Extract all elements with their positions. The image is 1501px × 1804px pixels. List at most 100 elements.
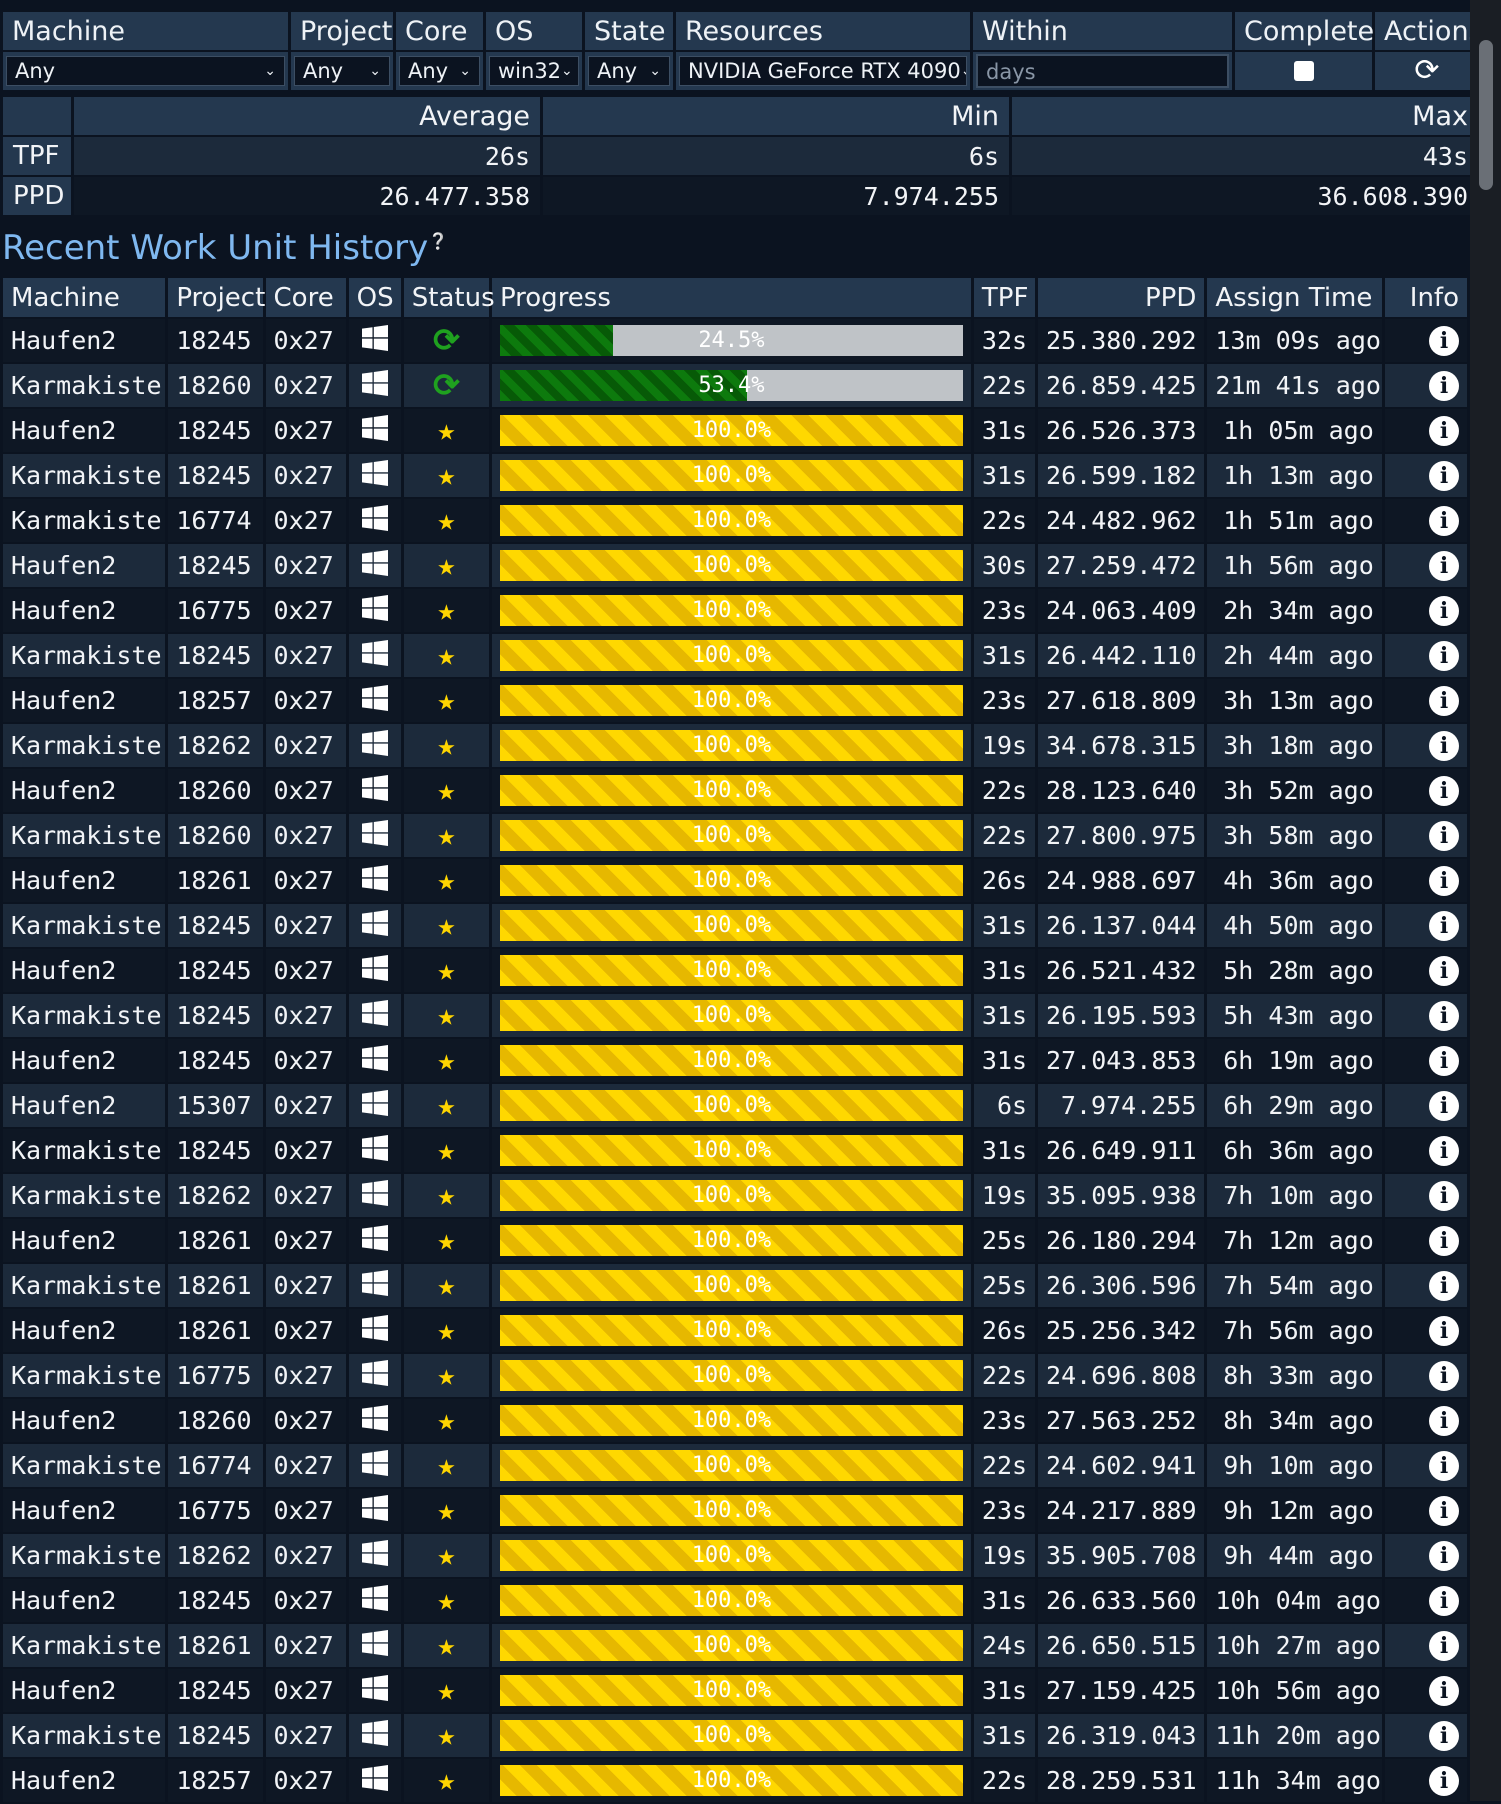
col-header-os[interactable]: OS [348, 278, 401, 317]
table-row[interactable]: Haufen2 18257 0x27 ★ 100.0% 22s 28.259.5… [3, 1759, 1467, 1802]
info-icon[interactable]: i [1429, 1001, 1459, 1031]
info-icon[interactable]: i [1429, 1766, 1459, 1796]
table-row[interactable]: Karmakiste 16774 0x27 ★ 100.0% 22s 24.48… [3, 499, 1467, 542]
info-icon[interactable]: i [1429, 1226, 1459, 1256]
info-icon[interactable]: i [1429, 641, 1459, 671]
ppd-min: 7.974.255 [543, 177, 1009, 215]
table-row[interactable]: Haufen2 18261 0x27 ★ 100.0% 25s 26.180.2… [3, 1219, 1467, 1262]
info-cell: i [1384, 994, 1467, 1037]
table-row[interactable]: Karmakiste 18245 0x27 ★ 100.0% 31s 26.19… [3, 994, 1467, 1037]
progress-label: 100.0% [691, 553, 772, 578]
col-header-ppd[interactable]: PPD [1038, 278, 1205, 317]
table-row[interactable]: Haufen2 18245 0x27 ★ 100.0% 31s 27.043.8… [3, 1039, 1467, 1082]
star-icon: ★ [437, 1672, 456, 1708]
col-header-project[interactable]: Project [168, 278, 265, 317]
table-row[interactable]: Karmakiste 18245 0x27 ★ 100.0% 31s 26.13… [3, 904, 1467, 947]
project-cell: 18245 [168, 1129, 263, 1172]
info-icon[interactable]: i [1429, 1136, 1459, 1166]
col-header-assign-time[interactable]: Assign Time [1207, 278, 1382, 317]
info-cell: i [1384, 1534, 1467, 1577]
col-header-status[interactable]: Status [403, 278, 495, 317]
within-days-input[interactable]: days [976, 54, 1229, 88]
table-row[interactable]: Karmakiste 18245 0x27 ★ 100.0% 31s 26.31… [3, 1714, 1467, 1757]
info-icon[interactable]: i [1429, 371, 1459, 401]
table-row[interactable]: Haufen2 18257 0x27 ★ 100.0% 23s 27.618.8… [3, 679, 1467, 722]
info-icon[interactable]: i [1429, 776, 1459, 806]
table-row[interactable]: Haufen2 18245 0x27 ★ 100.0% 31s 27.159.4… [3, 1669, 1467, 1712]
info-icon[interactable]: i [1429, 461, 1459, 491]
help-icon[interactable]: ❔ [428, 232, 448, 251]
info-icon[interactable]: i [1429, 1586, 1459, 1616]
table-row[interactable]: Haufen2 18245 0x27 ⟳ 24.5% 32s 25.380.29… [3, 319, 1467, 362]
table-row[interactable]: Haufen2 18260 0x27 ★ 100.0% 22s 28.123.6… [3, 769, 1467, 812]
table-row[interactable]: Haufen2 18260 0x27 ★ 100.0% 23s 27.563.2… [3, 1399, 1467, 1442]
info-icon[interactable]: i [1429, 1361, 1459, 1391]
col-header-machine[interactable]: Machine [3, 278, 166, 317]
table-row[interactable]: Karmakiste 18261 0x27 ★ 100.0% 25s 26.30… [3, 1264, 1467, 1307]
info-icon[interactable]: i [1429, 551, 1459, 581]
info-icon[interactable]: i [1429, 416, 1459, 446]
progress-cell: 100.0% [491, 679, 971, 722]
table-row[interactable]: Karmakiste 18262 0x27 ★ 100.0% 19s 35.90… [3, 1534, 1467, 1577]
table-row[interactable]: Karmakiste 16775 0x27 ★ 100.0% 22s 24.69… [3, 1354, 1467, 1397]
table-row[interactable]: Karmakiste 18261 0x27 ★ 100.0% 24s 26.65… [3, 1624, 1467, 1667]
table-row[interactable]: Haufen2 18245 0x27 ★ 100.0% 31s 26.521.4… [3, 949, 1467, 992]
info-icon[interactable]: i [1429, 731, 1459, 761]
info-icon[interactable]: i [1429, 1721, 1459, 1751]
info-icon[interactable]: i [1429, 1451, 1459, 1481]
table-row[interactable]: Karmakiste 18245 0x27 ★ 100.0% 31s 26.64… [3, 1129, 1467, 1172]
state-select[interactable]: Any ⌄ [588, 56, 670, 86]
info-icon[interactable]: i [1429, 506, 1459, 536]
info-icon[interactable]: i [1429, 911, 1459, 941]
table-row[interactable]: Karmakiste 16774 0x27 ★ 100.0% 22s 24.60… [3, 1444, 1467, 1487]
info-icon[interactable]: i [1429, 686, 1459, 716]
table-row[interactable]: Karmakiste 18245 0x27 ★ 100.0% 31s 26.44… [3, 634, 1467, 677]
star-icon: ★ [437, 637, 456, 673]
assign-time-cell: 2h 34m ago [1207, 589, 1382, 632]
info-icon[interactable]: i [1429, 866, 1459, 896]
os-select[interactable]: win32 ⌄ [489, 56, 579, 86]
col-header-tpf[interactable]: TPF [973, 278, 1036, 317]
info-icon[interactable]: i [1429, 1091, 1459, 1121]
scrollbar[interactable] [1470, 0, 1501, 1801]
tpf-cell: 19s [973, 1534, 1036, 1577]
info-icon[interactable]: i [1429, 1541, 1459, 1571]
resources-select[interactable]: NVIDIA GeForce RTX 4090⌄ [679, 56, 967, 86]
col-header-core[interactable]: Core [265, 278, 346, 317]
table-row[interactable]: Karmakiste 18260 0x27 ★ 100.0% 22s 27.80… [3, 814, 1467, 857]
info-icon[interactable]: i [1429, 1631, 1459, 1661]
info-icon[interactable]: i [1429, 1181, 1459, 1211]
col-header-progress[interactable]: Progress [491, 278, 971, 317]
info-icon[interactable]: i [1429, 1046, 1459, 1076]
info-icon[interactable]: i [1429, 1271, 1459, 1301]
table-row[interactable]: Haufen2 18261 0x27 ★ 100.0% 26s 24.988.6… [3, 859, 1467, 902]
table-row[interactable]: Haufen2 16775 0x27 ★ 100.0% 23s 24.217.8… [3, 1489, 1467, 1532]
table-row[interactable]: Karmakiste 18260 0x27 ⟳ 53.4% 22s 26.859… [3, 364, 1467, 407]
status-cell: ★ [403, 1309, 489, 1352]
table-row[interactable]: Karmakiste 18262 0x27 ★ 100.0% 19s 35.09… [3, 1174, 1467, 1217]
progress-cell: 100.0% [491, 769, 971, 812]
table-row[interactable]: Haufen2 18245 0x27 ★ 100.0% 31s 26.526.3… [3, 409, 1467, 452]
scrollbar-thumb[interactable] [1479, 40, 1493, 190]
info-icon[interactable]: i [1429, 956, 1459, 986]
table-row[interactable]: Karmakiste 18262 0x27 ★ 100.0% 19s 34.67… [3, 724, 1467, 767]
table-row[interactable]: Haufen2 15307 0x27 ★ 100.0% 6s 7.974.255… [3, 1084, 1467, 1127]
refresh-icon[interactable]: ⟳ [1378, 54, 1476, 88]
machine-select[interactable]: Any ⌄ [6, 56, 285, 86]
info-icon[interactable]: i [1429, 596, 1459, 626]
table-row[interactable]: Haufen2 16775 0x27 ★ 100.0% 23s 24.063.4… [3, 589, 1467, 632]
info-icon[interactable]: i [1429, 326, 1459, 356]
info-icon[interactable]: i [1429, 821, 1459, 851]
info-icon[interactable]: i [1429, 1406, 1459, 1436]
info-icon[interactable]: i [1429, 1316, 1459, 1346]
table-row[interactable]: Haufen2 18245 0x27 ★ 100.0% 31s 26.633.5… [3, 1579, 1467, 1622]
table-row[interactable]: Haufen2 18245 0x27 ★ 100.0% 30s 27.259.4… [3, 544, 1467, 587]
windows-icon [361, 1494, 388, 1521]
table-row[interactable]: Haufen2 18261 0x27 ★ 100.0% 26s 25.256.3… [3, 1309, 1467, 1352]
core-select[interactable]: Any ⌄ [399, 56, 480, 86]
project-select[interactable]: Any ⌄ [294, 56, 390, 86]
table-row[interactable]: Karmakiste 18245 0x27 ★ 100.0% 31s 26.59… [3, 454, 1467, 497]
info-icon[interactable]: i [1429, 1676, 1459, 1706]
complete-checkbox[interactable] [1293, 61, 1314, 81]
info-icon[interactable]: i [1429, 1496, 1459, 1526]
